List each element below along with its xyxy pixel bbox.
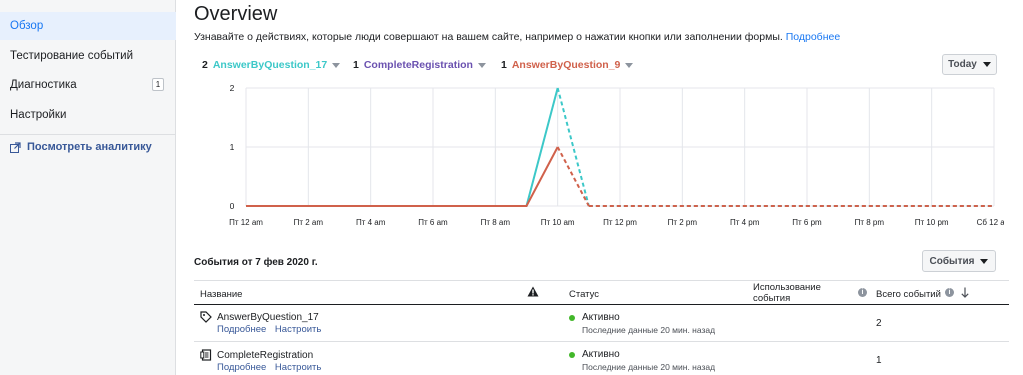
legend-item-answerbyquestion-17[interactable]: 2 AnswerByQuestion_17 (202, 59, 341, 71)
legend-item-completeregistration[interactable]: 1 CompleteRegistration (353, 59, 486, 71)
x-tick-label: Пт 4 am (356, 218, 386, 227)
date-range-dropdown[interactable]: Today (942, 54, 997, 75)
table-header-divider (194, 304, 1009, 305)
legend-label: AnswerByQuestion_17 (212, 59, 328, 71)
status-label: Активно (582, 349, 620, 360)
x-tick-label: Пт 6 pm (792, 218, 822, 227)
column-header-status[interactable]: Статус (569, 289, 599, 300)
table-row: AnswerByQuestion_17 (200, 311, 319, 323)
external-link-icon (10, 141, 21, 153)
view-analytics-label: Посмотреть аналитику (27, 141, 152, 153)
sidebar-item-overview[interactable]: Обзор (0, 12, 176, 40)
legend-item-answerbyquestion-9[interactable]: 1 AnswerByQuestion_9 (501, 59, 634, 71)
sidebar-item-settings[interactable]: Настройки (0, 101, 176, 129)
table-top-divider (194, 280, 1009, 281)
total-events-value: 2 (876, 318, 882, 329)
configure-link[interactable]: Настроить (275, 362, 321, 373)
x-tick-label: Пт 12 pm (603, 218, 637, 227)
page-subtitle: Узнавайте о действиях, которые люди сове… (194, 31, 840, 43)
sidebar: Обзор Тестирование событий Диагностика 1… (0, 0, 176, 375)
status-active: Активно (569, 312, 620, 323)
status-active: Активно (569, 349, 620, 360)
series-line (246, 146, 559, 207)
chevron-down-icon (477, 62, 486, 68)
sort-down-arrow-icon[interactable] (961, 287, 969, 298)
document-icon (200, 349, 212, 361)
sidebar-item-label: Диагностика (10, 79, 77, 91)
y-tick-label: 0 (230, 201, 235, 211)
sidebar-item-label: Обзор (10, 20, 44, 32)
x-tick-label: Пт 8 pm (855, 218, 885, 227)
chevron-down-icon (980, 258, 989, 264)
x-tick-label: Пт 4 pm (730, 218, 760, 227)
event-name: AnswerByQuestion_17 (217, 311, 319, 323)
table-row: CompleteRegistration (200, 349, 313, 361)
column-header-name[interactable]: Название (200, 289, 242, 300)
last-data-text: Последние данные 20 мин. назад (582, 362, 716, 372)
warning-icon (527, 286, 539, 297)
x-tick-label: Пт 12 am (229, 218, 263, 227)
chevron-down-icon (332, 62, 341, 68)
x-tick-label: Пт 2 pm (668, 218, 698, 227)
column-header-usage[interactable]: Использование события (753, 282, 843, 304)
row-links: Подробнее Настроить (217, 362, 327, 373)
learn-more-link[interactable]: Подробнее (786, 31, 840, 43)
sidebar-item-diagnostics[interactable]: Диагностика 1 (0, 71, 176, 99)
configure-link[interactable]: Настроить (275, 324, 321, 335)
legend-count: 1 (501, 59, 507, 71)
events-line-chart: 0 1 2 Пт 12 am Пт 2 am Пт 4 am Пт 6 am Пт 8 am П… (229, 83, 1004, 227)
date-range-label: Today (948, 59, 977, 70)
events-dropdown-label: События (929, 255, 975, 267)
legend-count: 1 (353, 59, 359, 71)
status-dot (569, 314, 575, 321)
y-tick-label: 2 (230, 83, 235, 93)
page-subtitle-text: Узнавайте о действиях, которые люди сове… (194, 31, 783, 43)
x-tick-label: Пт 10 am (541, 218, 575, 227)
tag-icon (200, 311, 212, 323)
x-tick-label: Пт 10 pm (915, 218, 949, 227)
info-icon[interactable]: i (945, 288, 954, 297)
learn-more-link[interactable]: Подробнее (217, 324, 266, 335)
y-tick-label: 1 (230, 142, 235, 152)
diagnostics-count-badge: 1 (152, 78, 164, 91)
page-title: Overview (194, 3, 278, 25)
sidebar-item-test-events[interactable]: Тестирование событий (0, 42, 176, 70)
legend-label: AnswerByQuestion_9 (511, 59, 621, 71)
series-line-projected (556, 146, 590, 207)
learn-more-link[interactable]: Подробнее (217, 362, 266, 373)
sidebar-item-label: Тестирование событий (10, 50, 133, 62)
total-events-value: 1 (876, 355, 882, 366)
event-name: CompleteRegistration (217, 349, 314, 361)
x-tick-label: Сб 12 am (977, 218, 1004, 227)
last-data-text: Последние данные 20 мин. назад (582, 325, 716, 335)
chevron-down-icon (625, 62, 634, 68)
view-analytics-link[interactable]: Посмотреть аналитику (10, 141, 152, 153)
chevron-down-icon (982, 62, 991, 67)
events-heading: События от 7 фев 2020 г. (194, 257, 318, 268)
row-links: Подробнее Настроить (217, 324, 327, 335)
sidebar-item-label: Настройки (10, 109, 67, 121)
status-label: Активно (582, 312, 620, 323)
row-divider (194, 341, 1009, 342)
x-tick-label: Пт 8 am (481, 218, 511, 227)
legend-label: CompleteRegistration (363, 59, 473, 71)
info-icon[interactable]: i (858, 288, 867, 297)
legend-count: 2 (202, 59, 208, 71)
sidebar-divider (0, 134, 176, 135)
x-tick-label: Пт 6 am (418, 218, 448, 227)
events-dropdown[interactable]: События (922, 250, 996, 272)
column-header-total[interactable]: Всего событий (876, 289, 941, 300)
status-dot (569, 351, 575, 358)
x-tick-label: Пт 2 am (294, 218, 324, 227)
